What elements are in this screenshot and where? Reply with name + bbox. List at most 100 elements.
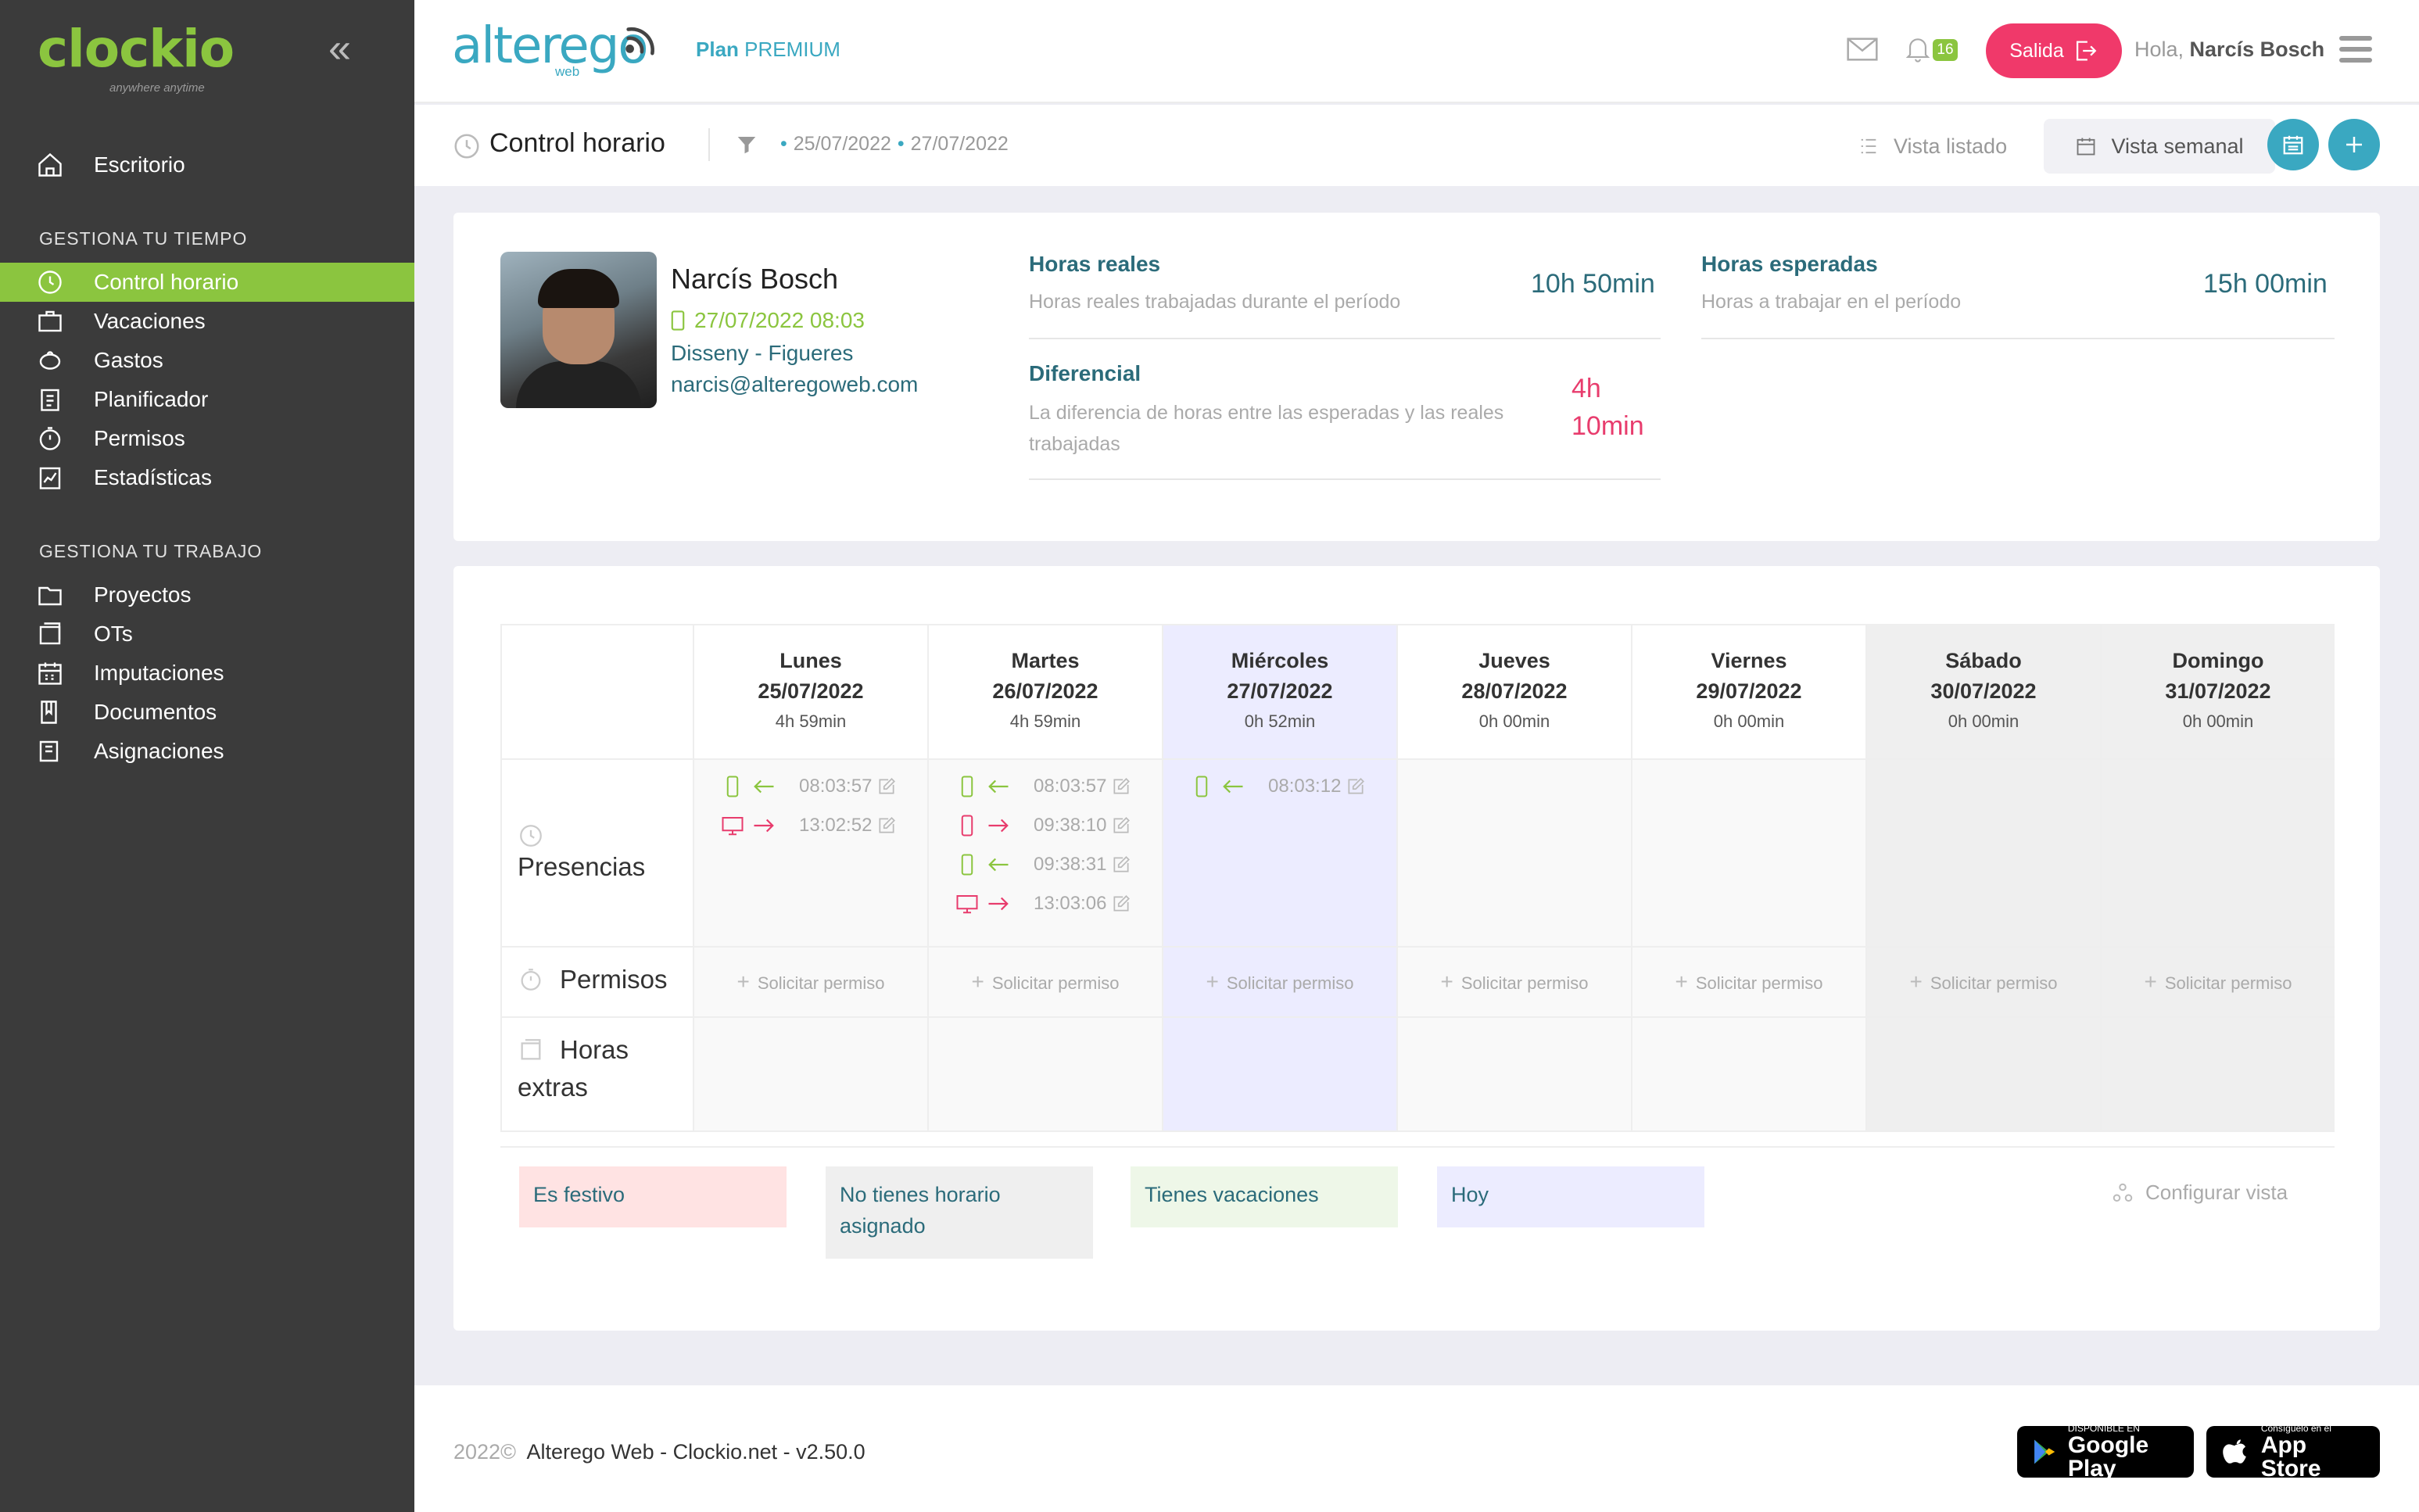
employee-email[interactable]: narcis@alteregoweb.com [671,372,918,397]
piggy-bank-icon [0,346,94,374]
row-divider [1398,946,1631,948]
sidebar-item-label: Escritorio [94,152,185,177]
row-divider [2102,946,2335,948]
plus-icon: + [1909,969,1923,994]
edit-icon[interactable] [1111,894,1131,914]
arrow-right-icon [988,819,1009,833]
exit-icon [2076,41,2097,61]
sidebar-item-ots[interactable]: OTs [0,614,414,654]
sidebar-item-asignaciones[interactable]: Asignaciones [0,732,414,771]
row-label-presencias: Presencias [518,852,646,881]
plus-icon [2346,137,2362,152]
bell-icon[interactable] [1905,34,1931,64]
edit-icon[interactable] [876,776,897,797]
sidebar-item-control-horario[interactable]: Control horario [0,263,414,302]
diferencial-desc: La diferencia de horas entre las esperad… [1029,402,1504,455]
punch-entry[interactable]: 13:03:06 [955,888,1131,919]
punch-entry[interactable]: 08:03:12 [1190,771,1366,802]
hamburger-menu-icon[interactable] [2339,36,2372,64]
edit-icon[interactable] [1346,776,1366,797]
sidebar-item-proyectos[interactable]: Proyectos [0,575,414,614]
stack-icon [0,620,94,648]
top-bar: alterego web Plan PREMIUM 16 Salida Hola… [414,0,2419,103]
solicitar-permiso-button[interactable]: + Solicitar permiso [1867,969,2100,994]
solicitar-permiso-button[interactable]: + Solicitar permiso [1398,969,1631,994]
punch-time: 09:38:31 [1034,854,1107,875]
punch-entry[interactable]: 09:38:10 [955,810,1131,841]
sidebar-item-vacaciones[interactable]: Vacaciones [0,302,414,341]
solicitar-label: Solicitar permiso [1695,973,1823,993]
sidebar-item-documentos[interactable]: Documentos [0,693,414,732]
google-play-badge[interactable]: DISPONIBLE EN Google Play [2017,1423,2194,1481]
day-column: Lunes 25/07/2022 4h 59min 08:03:57 13:02:52 +… [693,625,927,1130]
sidebar: clockio anywhere anytime « Escritorio GE… [0,0,414,1512]
vista-semanal-button[interactable]: Vista semanal [2044,119,2275,174]
arrow-left-icon [988,858,1009,872]
solicitar-permiso-button[interactable]: + Solicitar permiso [929,969,1162,994]
legend-no-horario: No tienes horario asignado [826,1166,1093,1259]
mobile-icon [726,776,739,797]
add-button[interactable] [2328,119,2380,170]
calendar-icon [2077,138,2095,156]
vista-listado-button[interactable]: Vista listado [1858,128,2007,164]
solicitar-label: Solicitar permiso [757,973,885,993]
mobile-icon [1195,776,1208,797]
solicitar-permiso-button[interactable]: + Solicitar permiso [694,969,927,994]
solicitar-permiso-button[interactable]: + Solicitar permiso [2102,969,2335,994]
filter-icon[interactable] [735,133,758,156]
arrow-right-icon [988,897,1009,911]
punch-entry[interactable]: 09:38:31 [955,849,1131,880]
calendar-button[interactable] [2267,119,2319,170]
legend-vacaciones: Tienes vacaciones [1131,1166,1398,1227]
chart-icon [0,464,94,492]
week-grid: Presencias Permisos Horas extras Lunes 25… [500,624,2335,1132]
punch-entry[interactable]: 13:02:52 [721,810,897,841]
desktop-icon [956,895,978,914]
row-divider [1632,946,1865,948]
solicitar-permiso-button[interactable]: + Solicitar permiso [1632,969,1865,994]
solicitar-label: Solicitar permiso [2164,973,2292,993]
row-divider [1867,1016,2100,1018]
alterego-logo-sub: web [555,64,580,79]
punch-time: 08:03:57 [1034,776,1107,797]
row-label-horas-extras: Horas [560,1035,629,1064]
mobile-icon [961,854,973,876]
punch-entry[interactable]: 08:03:57 [955,771,1131,802]
diferencial-value-hours: 4h [1571,374,1601,403]
sidebar-item-label: Control horario [94,270,239,294]
calendar-card: Presencias Permisos Horas extras Lunes 25… [453,566,2380,1331]
date-range[interactable]: • 25/07/2022 • 27/07/2022 [774,133,1009,156]
sidebar-item-imputaciones[interactable]: Imputaciones [0,654,414,693]
clockio-logo[interactable]: clockio anywhere anytime [38,19,235,95]
sidebar-item-gastos[interactable]: Gastos [0,341,414,380]
sidebar-item-escritorio[interactable]: Escritorio [0,145,414,185]
sidebar-item-estadisticas[interactable]: Estadísticas [0,458,414,497]
clock-icon [520,825,542,847]
configurar-vista-button[interactable]: Configurar vista [2111,1181,2288,1205]
edit-icon[interactable] [876,815,897,836]
row-divider [1398,1016,1631,1018]
arrow-left-icon [754,779,774,794]
row-divider [929,1016,1162,1018]
salida-button[interactable]: Salida [1986,23,2122,78]
app-store-badge[interactable]: Consíguelo en el App Store [2206,1423,2380,1481]
mail-icon[interactable] [1847,36,1878,63]
arrow-left-icon [1223,779,1243,794]
edit-icon[interactable] [1111,815,1131,836]
punch-entry[interactable]: 08:03:57 [721,771,897,802]
home-icon [0,151,94,179]
sidebar-item-permisos[interactable]: Permisos [0,419,414,458]
row-label-horas-extras-2: extras [518,1073,588,1102]
day-column: Miércoles 27/07/2022 0h 52min 08:03:12 + Soli… [1162,625,1396,1130]
profile-card: Narcís Bosch 27/07/2022 08:03 Disseny - … [453,213,2380,541]
sidebar-item-planificador[interactable]: Planificador [0,380,414,419]
day-date: 27/07/2022 [1227,679,1333,703]
edit-icon[interactable] [1111,855,1131,875]
edit-icon[interactable] [1111,776,1131,797]
user-greeting[interactable]: Hola, Narcís Bosch [2134,38,2324,62]
diferencial-title: Diferencial [1029,361,1141,385]
alterego-logo[interactable]: alterego [452,17,649,75]
solicitar-permiso-button[interactable]: + Solicitar permiso [1163,969,1396,994]
row-divider [1632,1016,1865,1018]
collapse-sidebar-icon[interactable]: « [328,28,363,69]
